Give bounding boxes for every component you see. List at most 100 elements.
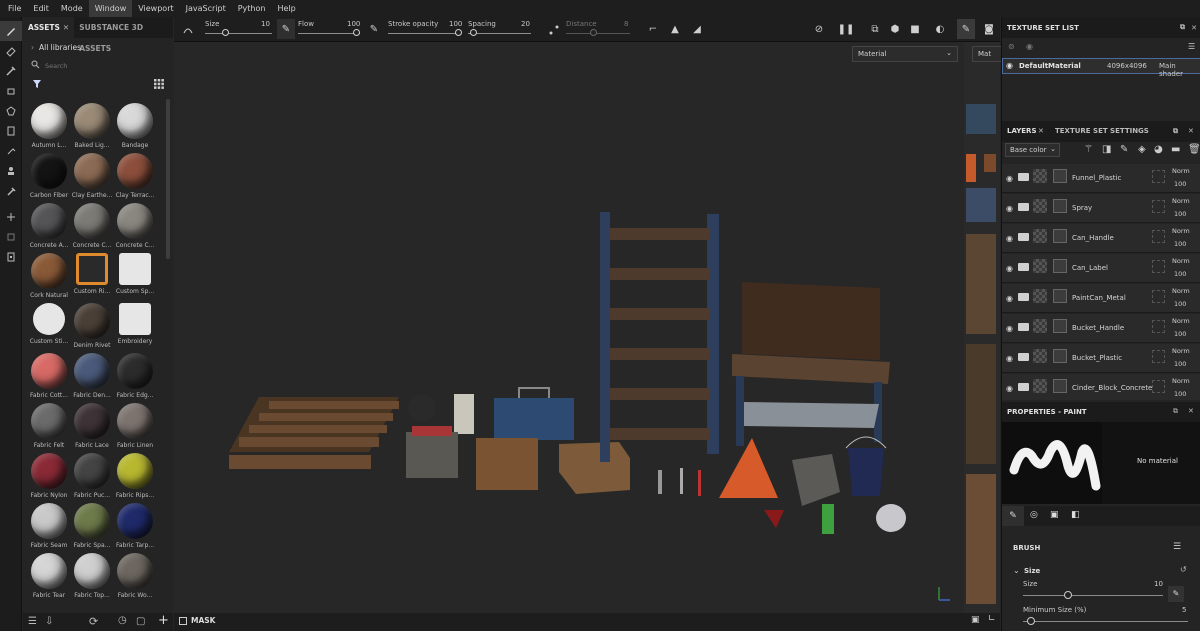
- tab-assets[interactable]: ASSETS ✕: [23, 17, 75, 38]
- distance-slider-handle[interactable]: [590, 29, 597, 36]
- asset-tile[interactable]: Fabric Rips...: [112, 453, 158, 499]
- layer-mask-slot[interactable]: [1152, 290, 1165, 303]
- asset-tile[interactable]: Fabric Top...: [69, 553, 115, 599]
- asset-tile[interactable]: Clay Earthe...: [69, 153, 115, 199]
- menu-mode[interactable]: Mode: [55, 0, 89, 17]
- undock-icon[interactable]: ⧉: [1180, 23, 1185, 32]
- eye-icon[interactable]: ◉: [1006, 264, 1013, 273]
- layer-mask-slot[interactable]: [1152, 170, 1165, 183]
- layer-opacity[interactable]: 100: [1174, 180, 1186, 188]
- layer-stack-icon[interactable]: [0, 227, 22, 247]
- asset-tile[interactable]: Bandage: [112, 103, 158, 149]
- asset-tile[interactable]: Concrete A...: [26, 203, 72, 249]
- asset-tile[interactable]: Custom Sp...: [112, 253, 158, 295]
- search-box[interactable]: [31, 60, 165, 73]
- layer-row[interactable]: ◉ PaintCan_Metal Norm 100: [1002, 284, 1200, 313]
- layer-blend-mode[interactable]: Norm: [1172, 287, 1190, 295]
- lighting-icon[interactable]: ◐: [931, 21, 949, 38]
- asset-tile[interactable]: Clay Terrac...: [112, 153, 158, 199]
- bake-icon[interactable]: [0, 207, 22, 227]
- asset-tile[interactable]: Cork Natural: [26, 253, 72, 299]
- menu-file[interactable]: File: [2, 0, 27, 17]
- layer-mask-slot[interactable]: [1152, 380, 1165, 393]
- brush-presets-icon[interactable]: ☰: [1173, 542, 1181, 552]
- stamp-icon[interactable]: [0, 161, 22, 181]
- backface-icon[interactable]: ◢: [688, 21, 706, 38]
- layer-row[interactable]: ◉ Can_Label Norm 100: [1002, 254, 1200, 283]
- asset-tile[interactable]: Concrete C...: [112, 203, 158, 249]
- asset-tile[interactable]: Fabric Tear: [26, 553, 72, 599]
- import-icon[interactable]: ⇩: [45, 616, 53, 627]
- flow-slider-handle[interactable]: [353, 29, 360, 36]
- add-fill-layer-icon[interactable]: ◈: [1138, 144, 1146, 155]
- menu-help[interactable]: Help: [271, 0, 301, 17]
- close-icon[interactable]: ✕: [1191, 24, 1197, 32]
- menu-python[interactable]: Python: [232, 0, 272, 17]
- pen-pressure-icon-2[interactable]: ✎: [365, 21, 383, 38]
- size-slider-handle[interactable]: [222, 29, 229, 36]
- asset-tile[interactable]: Denim Rivet: [69, 303, 115, 349]
- menu-icon[interactable]: ☰: [1188, 42, 1195, 51]
- tab-texture-set-settings[interactable]: TEXTURE SET SETTINGS: [1055, 127, 1149, 135]
- eraser-icon[interactable]: [0, 41, 22, 61]
- add-effect-icon[interactable]: ⚚: [1084, 144, 1093, 155]
- menu-javascript[interactable]: JavaScript: [180, 0, 232, 17]
- add-smart-material-icon[interactable]: ◕: [1154, 144, 1163, 155]
- asset-tile[interactable]: Fabric Wo...: [112, 553, 158, 599]
- asset-tile[interactable]: Autumn L...: [26, 103, 72, 149]
- pen-pressure-icon[interactable]: ✎: [277, 19, 295, 39]
- add-icon[interactable]: +: [158, 613, 169, 628]
- layer-blend-mode[interactable]: Norm: [1172, 377, 1190, 385]
- layer-row[interactable]: ◉ Bucket_Handle Norm 100: [1002, 314, 1200, 343]
- alpha-tab-icon[interactable]: ◎: [1030, 510, 1038, 520]
- list-settings-icon[interactable]: ☰: [28, 616, 37, 627]
- asset-tile[interactable]: Fabric Linen: [112, 403, 158, 449]
- layer-blend-mode[interactable]: Norm: [1172, 347, 1190, 355]
- eye-icon[interactable]: ◉: [1006, 234, 1013, 243]
- asset-tile[interactable]: Fabric Den...: [69, 353, 115, 399]
- asset-tile[interactable]: Fabric Edg...: [112, 353, 158, 399]
- add-paint-layer-icon[interactable]: ✎: [1120, 144, 1128, 155]
- add-folder-icon[interactable]: ▬: [1171, 144, 1180, 155]
- min-size-handle[interactable]: [1027, 617, 1036, 625]
- asset-scrollbar[interactable]: [166, 99, 170, 259]
- layer-opacity[interactable]: 100: [1174, 360, 1186, 368]
- close-icon[interactable]: ✕: [1188, 407, 1194, 415]
- min-size-slider[interactable]: [1023, 621, 1188, 622]
- asset-tile[interactable]: Carbon Fiber: [26, 153, 72, 199]
- asset-tile[interactable]: Baked Lig...: [69, 103, 115, 149]
- layer-mask-slot[interactable]: [1152, 200, 1165, 213]
- asset-tile[interactable]: Concrete C...: [69, 203, 115, 249]
- refresh-icon[interactable]: ⟳: [89, 615, 98, 628]
- geometry-fill-icon[interactable]: [0, 81, 22, 101]
- texture-set-row[interactable]: ◉ DefaultMaterial 4096x4096 Main shader: [1002, 58, 1200, 78]
- layer-blend-mode[interactable]: Norm: [1172, 317, 1190, 325]
- mask-toggle-icon[interactable]: [179, 617, 187, 625]
- symmetry-icon[interactable]: ▲: [666, 21, 684, 38]
- layer-row[interactable]: ◉ Spray Norm 100: [1002, 194, 1200, 223]
- stencil-tab-icon[interactable]: ▣: [1050, 510, 1059, 520]
- asset-tile[interactable]: Fabric Nylon: [26, 453, 72, 499]
- layer-mask-slot[interactable]: [1152, 320, 1165, 333]
- export-icon[interactable]: [0, 247, 22, 267]
- close-icon[interactable]: ✕: [63, 23, 69, 32]
- menu-window[interactable]: Window: [88, 0, 133, 17]
- polygon-fill-icon[interactable]: [0, 101, 22, 121]
- size-property-handle[interactable]: [1063, 591, 1072, 599]
- eye-icon[interactable]: ◉: [1006, 384, 1013, 393]
- layer-blend-mode[interactable]: Norm: [1172, 167, 1190, 175]
- layer-opacity[interactable]: 100: [1174, 210, 1186, 218]
- paint-brush-icon[interactable]: [0, 21, 22, 41]
- size-property-slider[interactable]: [1023, 595, 1163, 596]
- asset-tile[interactable]: Fabric Puc...: [69, 453, 115, 499]
- delete-layer-icon[interactable]: 🗑: [1188, 144, 1200, 155]
- undock-icon[interactable]: ⧉: [1173, 407, 1178, 416]
- menu-edit[interactable]: Edit: [27, 0, 55, 17]
- layer-blend-mode[interactable]: Norm: [1172, 197, 1190, 205]
- grid-view-icon[interactable]: [154, 79, 164, 91]
- search-input[interactable]: [45, 60, 155, 71]
- pause-icon[interactable]: ❚❚: [837, 21, 855, 38]
- clone-icon[interactable]: [0, 141, 22, 161]
- brush-tab-icon[interactable]: ✎: [1002, 506, 1024, 526]
- asset-tile[interactable]: Fabric Seam: [26, 503, 72, 549]
